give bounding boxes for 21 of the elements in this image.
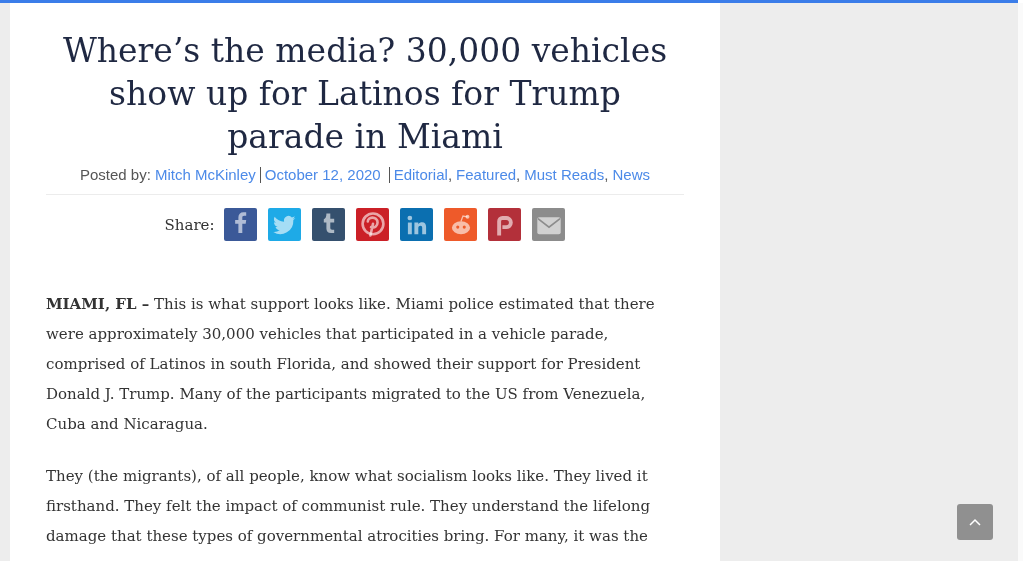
share-button[interactable]	[444, 208, 478, 241]
comma-separator: ,	[516, 166, 521, 183]
share-label: Share:	[164, 215, 215, 234]
share-button[interactable]	[312, 208, 346, 241]
date-link[interactable]: October 12, 2020	[264, 166, 381, 183]
author-link[interactable]: Mitch McKinley	[154, 166, 256, 183]
letter-p-circle-icon	[360, 212, 386, 237]
category-link[interactable]: Featured	[456, 166, 517, 183]
category-link[interactable]: Editorial	[393, 166, 448, 183]
article-title: Where’s the media? 30,000 vehicles show up for Latinos for Trump parade in Miami	[61, 30, 669, 158]
category-link[interactable]: News	[612, 166, 650, 183]
posted-by-label: Posted by:	[80, 166, 151, 183]
share-button[interactable]	[356, 208, 390, 241]
comma-separator: ,	[604, 166, 609, 183]
share-button[interactable]	[488, 208, 522, 241]
paragraph: They (the migrants), of all people, know what socialism looks like. They lived it firsthand. They felt the impact of communist rule. They understand the lifelong damage that these types of governmental atrocities bring. For many, it was the	[46, 466, 651, 547]
paragraph: MIAMI, FL – This is what support looks like. Miami police estimated that there were approximately 30,000 vehicles that participated in a vehicle parade, comprised of Latinos in south Florida, and showed their support for President Donald J. Trump. Many of the participants migrated to the US from Venezuela, Cuba and Nicaragua.	[46, 294, 656, 435]
share-button[interactable]	[224, 208, 258, 241]
comma-separator: ,	[447, 166, 453, 183]
share-button[interactable]	[400, 208, 434, 241]
chevron-up-icon	[969, 518, 981, 526]
